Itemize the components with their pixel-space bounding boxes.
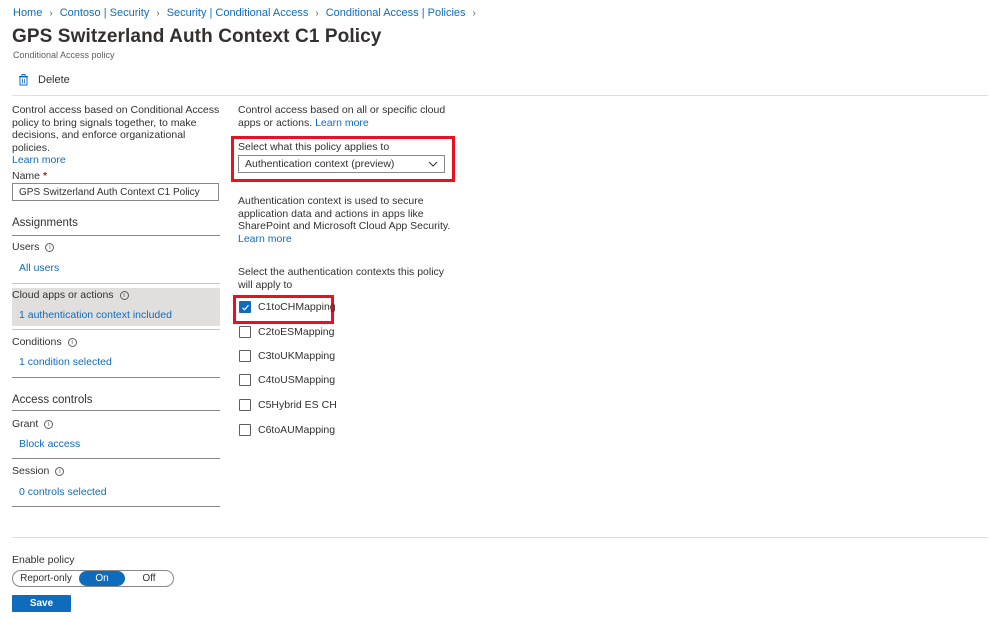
checkbox-checked[interactable] bbox=[239, 301, 251, 313]
conditions-label: Conditions i bbox=[12, 336, 77, 348]
context-checkbox-c4tousmapping[interactable]: C4toUSMapping bbox=[239, 374, 335, 386]
context-label: C6toAUMapping bbox=[258, 424, 336, 436]
learn-more-link[interactable]: Learn more bbox=[315, 117, 369, 129]
toggle-on[interactable]: On bbox=[79, 571, 125, 586]
name-label-text: Name bbox=[12, 170, 41, 182]
context-checkbox-c1tochmapping[interactable]: C1toCHMapping bbox=[239, 301, 336, 313]
applies-to-label: Select what this policy applies to bbox=[238, 141, 390, 153]
breadcrumb-security-conditional-access[interactable]: Security | Conditional Access bbox=[167, 7, 309, 19]
context-checkbox-c3toukmapping[interactable]: C3toUKMapping bbox=[239, 350, 335, 362]
info-icon[interactable]: i bbox=[119, 290, 129, 300]
trash-icon bbox=[19, 74, 28, 86]
conditions-value-link[interactable]: 1 condition selected bbox=[19, 356, 112, 368]
enable-policy-label: Enable policy bbox=[12, 554, 75, 566]
context-checkbox-c5hybrid-es-ch[interactable]: C5Hybrid ES CH bbox=[239, 399, 337, 411]
delete-label: Delete bbox=[38, 74, 70, 86]
checkbox-unchecked[interactable] bbox=[239, 350, 251, 362]
chevron-right-icon: › bbox=[472, 7, 476, 19]
session-divider bbox=[12, 506, 220, 507]
grant-label-text: Grant bbox=[12, 418, 39, 430]
context-label: C3toUKMapping bbox=[258, 350, 336, 362]
learn-more-link[interactable]: Learn more bbox=[12, 154, 66, 166]
assignments-heading: Assignments bbox=[12, 217, 78, 229]
more-options-button[interactable]: ... bbox=[347, 29, 362, 45]
applies-to-dropdown[interactable]: Authentication context (preview) bbox=[238, 155, 445, 173]
chevron-down-icon bbox=[428, 161, 438, 167]
context-label: C2toESMapping bbox=[258, 326, 335, 338]
breadcrumb-conditional-access-policies[interactable]: Conditional Access | Policies bbox=[326, 7, 466, 19]
cloud-apps-divider bbox=[12, 329, 220, 330]
context-checkbox-c6toaumapping[interactable]: C6toAUMapping bbox=[239, 424, 335, 436]
grant-label: Grant i bbox=[12, 418, 54, 430]
name-label: Name * bbox=[12, 170, 47, 182]
save-button[interactable]: Save bbox=[12, 595, 71, 612]
checkbox-unchecked[interactable] bbox=[239, 399, 251, 411]
context-label: C4toUSMapping bbox=[258, 374, 336, 386]
info-icon[interactable]: i bbox=[67, 337, 77, 347]
policy-description-text: Control access based on Conditional Acce… bbox=[12, 104, 220, 154]
assignments-divider bbox=[12, 235, 220, 236]
grant-divider bbox=[12, 458, 220, 459]
page-title: GPS Switzerland Auth Context C1 Policy bbox=[12, 26, 382, 47]
policy-description: Control access based on Conditional Acce… bbox=[12, 104, 222, 167]
delete-button[interactable]: Delete bbox=[18, 74, 70, 86]
breadcrumb-home[interactable]: Home bbox=[13, 7, 42, 19]
context-checkbox-c2toesmapping[interactable]: C2toESMapping bbox=[239, 326, 334, 338]
cloud-apps-label: Cloud apps or actions i bbox=[12, 289, 129, 301]
conditions-label-text: Conditions bbox=[12, 336, 62, 348]
session-label-text: Session bbox=[12, 465, 50, 477]
toolbar-divider bbox=[12, 95, 988, 96]
cloud-apps-value-link[interactable]: 1 authentication context included bbox=[19, 309, 172, 321]
cloud-apps-description: Control access based on all or specific … bbox=[238, 104, 458, 129]
auth-learn-more-link[interactable]: Learn more bbox=[238, 233, 292, 245]
info-icon[interactable]: i bbox=[45, 242, 55, 252]
footer-divider bbox=[12, 537, 988, 538]
applies-to-dropdown-value: Authentication context (preview) bbox=[245, 158, 395, 170]
info-icon[interactable]: i bbox=[55, 466, 65, 476]
required-indicator: * bbox=[42, 170, 48, 182]
context-label: C5Hybrid ES CH bbox=[258, 399, 337, 411]
checkbox-unchecked[interactable] bbox=[239, 374, 251, 386]
chevron-right-icon: › bbox=[49, 7, 53, 19]
access-controls-divider bbox=[12, 410, 220, 411]
checkbox-unchecked[interactable] bbox=[239, 424, 251, 436]
toggle-report-only[interactable]: Report-only bbox=[13, 571, 79, 586]
name-input[interactable]: GPS Switzerland Auth Context C1 Policy bbox=[12, 183, 219, 201]
toggle-off[interactable]: Off bbox=[125, 571, 173, 586]
context-label: C1toCHMapping bbox=[258, 301, 336, 313]
chevron-right-icon: › bbox=[315, 7, 319, 19]
chevron-right-icon: › bbox=[156, 7, 160, 19]
users-label-text: Users bbox=[12, 241, 40, 253]
conditions-divider bbox=[12, 377, 220, 378]
page-subtitle: Conditional Access policy bbox=[13, 50, 115, 60]
access-controls-heading: Access controls bbox=[12, 394, 93, 406]
select-contexts-label: Select the authentication contexts this … bbox=[238, 266, 445, 291]
users-value-link[interactable]: All users bbox=[19, 262, 59, 274]
users-divider bbox=[12, 283, 220, 284]
session-label: Session i bbox=[12, 465, 65, 477]
info-icon[interactable]: i bbox=[44, 419, 54, 429]
breadcrumb: Home › Contoso | Security › Security | C… bbox=[13, 6, 483, 20]
checkbox-unchecked[interactable] bbox=[239, 326, 251, 338]
cloud-apps-label-text: Cloud apps or actions bbox=[12, 289, 114, 301]
auth-context-description-text: Authentication context is used to secure… bbox=[238, 195, 451, 233]
enable-policy-toggle[interactable]: Report-only On Off bbox=[12, 570, 174, 587]
users-label: Users i bbox=[12, 241, 55, 253]
checkmark-icon bbox=[241, 304, 249, 311]
breadcrumb-contoso-security[interactable]: Contoso | Security bbox=[60, 7, 150, 19]
auth-context-description: Authentication context is used to secure… bbox=[238, 195, 453, 245]
grant-value-link[interactable]: Block access bbox=[19, 438, 80, 450]
session-value-link[interactable]: 0 controls selected bbox=[19, 486, 107, 498]
